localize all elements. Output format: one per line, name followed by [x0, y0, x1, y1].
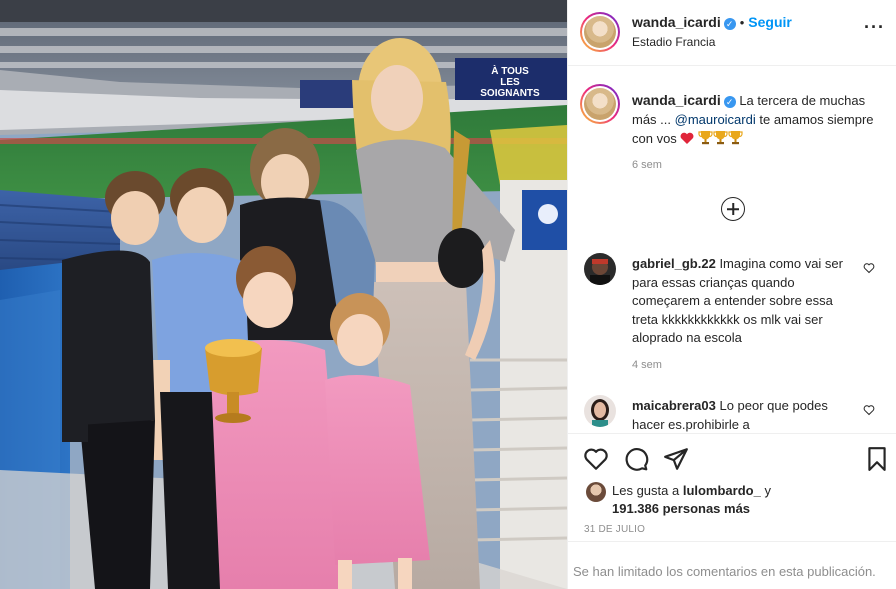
comment-like-heart-icon[interactable]	[863, 262, 875, 274]
verified-badge-icon: ✓	[723, 18, 736, 30]
comments-limited-notice: Se han limitado los comentarios en esta …	[568, 541, 896, 589]
save-bookmark-icon[interactable]	[864, 446, 890, 472]
likes-connector: y	[760, 483, 771, 498]
comment-avatar[interactable]	[584, 395, 616, 427]
comment-avatar[interactable]	[584, 253, 616, 285]
comment-icon[interactable]	[623, 446, 649, 472]
author-username[interactable]: wanda_icardi	[632, 14, 721, 30]
comment-username[interactable]: gabriel_gb.22	[632, 256, 716, 271]
comment-body: maicabrera03 Lo peor que podes hacer es.…	[632, 397, 860, 434]
banner-line-1: À TOUS	[491, 64, 529, 77]
caption-username[interactable]: wanda_icardi	[632, 92, 721, 108]
liker-avatar[interactable]	[586, 482, 606, 502]
share-icon[interactable]	[663, 446, 689, 472]
post-photo[interactable]: À TOUS LES SOIGNANTS	[0, 0, 567, 589]
stadium-family-photo: À TOUS LES SOIGNANTS	[0, 0, 567, 589]
separator-dot: •	[739, 15, 745, 30]
post-date[interactable]: 31 DE JULIO	[584, 524, 645, 535]
instagram-post: À TOUS LES SOIGNANTS wanda_icardi ✓ • Se…	[0, 0, 896, 589]
caption-text: wanda_icardi ✓ La tercera de muchas más .…	[632, 91, 882, 148]
likes-prefix: Les gusta a	[612, 483, 683, 498]
likes-summary: Les gusta a lulombardo_ y 191.386 person…	[612, 482, 882, 518]
comment-body: gabriel_gb.22 Imagina como vai ser para …	[632, 255, 860, 348]
comment-username[interactable]: maicabrera03	[632, 398, 716, 413]
more-options-icon[interactable]: ···	[864, 18, 885, 36]
verified-badge-icon: ✓	[723, 96, 736, 108]
comment-like-heart-icon[interactable]	[863, 404, 875, 416]
caption-avatar[interactable]	[580, 84, 620, 124]
author-avatar[interactable]	[580, 12, 620, 52]
author-line: wanda_icardi ✓ • Seguir	[632, 14, 792, 30]
banner-line-3: SOIGNANTS	[480, 88, 540, 99]
post-actions: Les gusta a lulombardo_ y 191.386 person…	[568, 433, 896, 535]
caption-mention[interactable]: @mauroicardi	[675, 112, 756, 127]
likes-user[interactable]: lulombardo_	[683, 483, 761, 498]
follow-button[interactable]: Seguir	[748, 14, 792, 30]
comment-timestamp[interactable]: 4 sem	[632, 359, 662, 371]
trophy-emoji-icon	[713, 131, 728, 145]
add-circle-icon[interactable]	[721, 197, 745, 221]
likes-count[interactable]: 191.386 personas más	[612, 501, 750, 516]
post-location[interactable]: Estadio Francia	[632, 35, 715, 49]
trophy-emoji-icon	[728, 131, 743, 145]
post-side-panel: wanda_icardi ✓ • Seguir Estadio Francia ···…	[567, 0, 896, 589]
heart-emoji-icon	[680, 132, 694, 144]
banner-line-2: LES	[500, 77, 520, 88]
trophy-emoji-icon	[698, 131, 713, 145]
like-heart-icon[interactable]	[583, 446, 609, 472]
post-header: wanda_icardi ✓ • Seguir Estadio Francia ···	[568, 0, 896, 66]
comments-limited-text: Se han limitado los comentarios en esta …	[573, 564, 876, 579]
caption-timestamp[interactable]: 6 sem	[632, 159, 662, 171]
